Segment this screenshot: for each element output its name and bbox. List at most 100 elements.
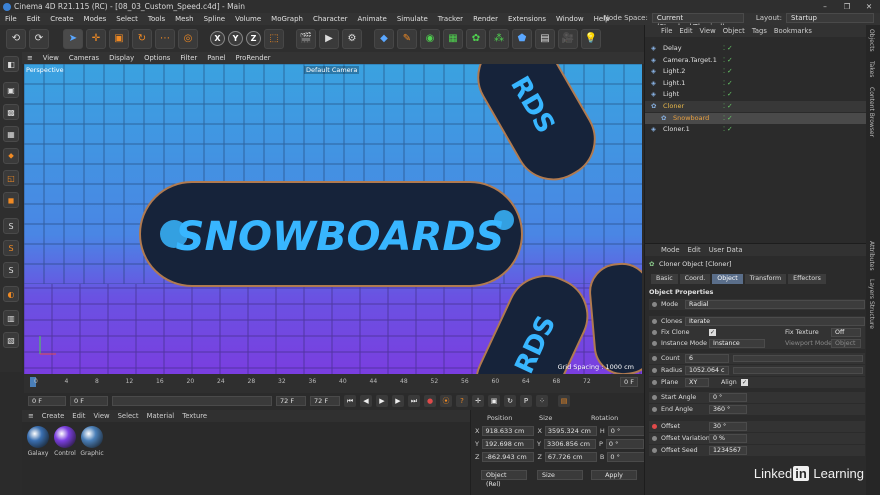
x-axis-toggle[interactable]: X [210, 31, 225, 46]
rotation-p-field[interactable]: 0 ° [605, 439, 644, 449]
object-row-delay[interactable]: ◈ Delay ⁚ ✓ [645, 43, 867, 54]
offset-seed-field[interactable]: 1234567 [709, 446, 747, 455]
tab-object[interactable]: Object [712, 274, 743, 284]
viewport-menu-display[interactable]: Display [104, 54, 139, 62]
mode-dropdown[interactable]: Radial [685, 300, 865, 309]
rotation-h-field[interactable]: 0 ° [607, 426, 646, 436]
object-row-snowboard[interactable]: ✿ Snowboard ⁚ ✓ [645, 112, 867, 124]
redo-icon[interactable]: ⟳ [29, 28, 49, 49]
object-menu-edit[interactable]: Edit [679, 27, 692, 35]
visibility-checks[interactable]: ⁚ ✓ [723, 55, 733, 66]
coord-mode-dropdown[interactable]: Object (Rel) [481, 470, 527, 488]
count-field[interactable]: 6 [685, 354, 729, 363]
play-icon[interactable]: ▶ [376, 395, 388, 407]
timeline-ruler[interactable]: 0 F 0 4 8 12 16 20 24 28 32 36 40 44 48 52 56 60 64 68 72 [24, 374, 644, 393]
planar-workplane-icon[interactable]: ▥ [3, 310, 19, 326]
attr-menu-mode[interactable]: Mode [661, 246, 680, 254]
attr-menu-edit[interactable]: Edit [688, 246, 701, 254]
rotation-b-field[interactable]: 0 ° [607, 452, 646, 462]
visibility-checks[interactable]: ⁚ ✓ [723, 124, 733, 135]
side-tab-structure[interactable]: Structure [868, 301, 875, 329]
deformer-icon[interactable]: ▦ [443, 28, 463, 49]
timeline-window-icon[interactable]: ▤ [558, 395, 570, 407]
align-checkbox[interactable]: ✓ [741, 379, 748, 386]
point-level-icon[interactable]: ⁘ [536, 395, 548, 407]
object-menu-tags[interactable]: Tags [752, 27, 767, 35]
viewport-panel-menu-icon[interactable]: ≡ [22, 54, 38, 62]
size-y-field[interactable]: 3306.856 cm [543, 439, 596, 449]
pen-spline-icon[interactable]: ✎ [397, 28, 417, 49]
object-axis-icon[interactable]: ◎ [178, 28, 198, 49]
minimize-button[interactable]: – [814, 0, 836, 13]
object-row-light-1[interactable]: ◈ Light.1 ⁚ ✓ [645, 78, 867, 89]
menu-mograph[interactable]: MoGraph [266, 15, 308, 23]
position-key-icon[interactable]: ✛ [472, 395, 484, 407]
viewport-menu-panel[interactable]: Panel [202, 54, 230, 62]
clones-dropdown[interactable]: Iterate [685, 317, 865, 326]
viewport-perspective[interactable]: RDS SNOWBOARDS RDS Perspective Default C… [24, 64, 642, 374]
material-menu-view[interactable]: View [93, 412, 109, 420]
visibility-checks[interactable]: ⁚ ✓ [723, 89, 733, 100]
radius-field[interactable]: 1052.064 c [685, 366, 729, 375]
object-row-light[interactable]: ◈ Light ⁚ ✓ [645, 89, 867, 100]
enable-axis-icon[interactable]: S [3, 218, 19, 234]
close-button[interactable]: ✕ [858, 0, 880, 13]
menu-create[interactable]: Create [45, 15, 78, 23]
menu-select[interactable]: Select [111, 15, 143, 23]
end-frame-field[interactable]: 0 F [620, 377, 638, 387]
tab-basic[interactable]: Basic [651, 274, 678, 284]
scale-key-icon[interactable]: ▣ [488, 395, 500, 407]
viewport-menu-view[interactable]: View [38, 54, 64, 62]
keyframe-selection-icon[interactable]: ? [456, 395, 468, 407]
axis-workplane-icon[interactable]: ▧ [3, 332, 19, 348]
material-menu-texture[interactable]: Texture [182, 412, 207, 420]
start-frame-field[interactable]: 0 F [28, 396, 66, 406]
position-z-field[interactable]: -862.943 cm [482, 452, 535, 462]
side-tab-attributes[interactable]: Attributes [868, 241, 875, 271]
autokey-icon[interactable]: ⦿ [440, 395, 452, 407]
render-picture-viewer-icon[interactable]: ▶ [319, 28, 339, 49]
fix-texture-dropdown[interactable]: Off [831, 328, 861, 337]
menu-extensions[interactable]: Extensions [503, 15, 551, 23]
material-swatch-graphic[interactable]: Graphic [80, 426, 104, 457]
go-to-start-icon[interactable]: ⏮ [344, 395, 356, 407]
visibility-checks[interactable]: ⁚ ✓ [723, 101, 733, 112]
apply-button[interactable]: Apply [591, 470, 637, 480]
rotation-key-icon[interactable]: ↻ [504, 395, 516, 407]
material-menu-material[interactable]: Material [147, 412, 175, 420]
snap-icon[interactable]: S [3, 240, 19, 256]
material-menu-create[interactable]: Create [42, 412, 65, 420]
tab-effectors[interactable]: Effectors [788, 274, 826, 284]
object-menu-file[interactable]: File [661, 27, 672, 35]
menu-mesh[interactable]: Mesh [170, 15, 198, 23]
material-panel-menu-icon[interactable]: ≡ [28, 412, 34, 420]
cube-icon[interactable]: ◆ [374, 28, 394, 49]
mograph-cloner-icon[interactable]: ✿ [466, 28, 486, 49]
size-x-field[interactable]: 3595.324 cm [544, 426, 597, 436]
count-slider[interactable] [733, 355, 863, 362]
menu-modes[interactable]: Modes [79, 15, 112, 23]
menu-file[interactable]: File [0, 15, 22, 23]
locked-workplane-icon[interactable]: ◐ [3, 286, 19, 302]
light-icon[interactable]: 💡 [581, 28, 601, 49]
render-settings-icon[interactable]: ⚙ [342, 28, 362, 49]
viewport-menu-prorender[interactable]: ProRender [231, 54, 276, 62]
viewport-mode-dropdown[interactable]: Object [831, 339, 861, 348]
subdivision-surface-icon[interactable]: ◉ [420, 28, 440, 49]
offset-field[interactable]: 30 ° [709, 422, 747, 431]
visibility-checks[interactable]: ⁚ ✓ [723, 78, 733, 89]
coordinate-system-icon[interactable]: ⬚ [264, 28, 284, 49]
attr-menu-user-data[interactable]: User Data [709, 246, 743, 254]
fix-clone-checkbox[interactable]: ✓ [709, 329, 716, 336]
side-tab-content-browser[interactable]: Content Browser [868, 87, 875, 137]
edges-mode-icon[interactable]: ◱ [3, 170, 19, 186]
menu-animate[interactable]: Animate [353, 15, 392, 23]
viewport-menu-cameras[interactable]: Cameras [64, 54, 104, 62]
end-angle-field[interactable]: 360 ° [709, 405, 747, 414]
start-angle-field[interactable]: 0 ° [709, 393, 747, 402]
visibility-checks[interactable]: ⁚ ✓ [723, 66, 733, 77]
menu-tools[interactable]: Tools [143, 15, 170, 23]
previous-key-icon[interactable]: ◀ [360, 395, 372, 407]
tab-transform[interactable]: Transform [744, 274, 787, 284]
field-icon[interactable]: ⬟ [512, 28, 532, 49]
